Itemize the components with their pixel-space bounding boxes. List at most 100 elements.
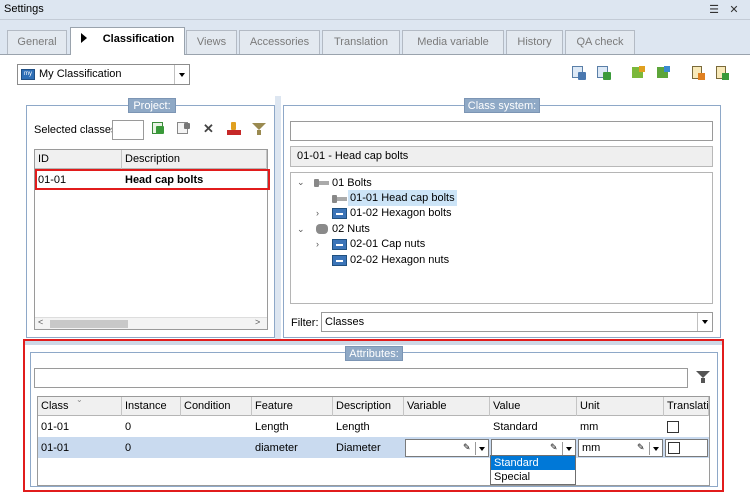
active-tab-arrow-icon (80, 33, 87, 43)
puzzle-settings-icon[interactable] (655, 65, 671, 81)
chevron-down-icon[interactable] (653, 447, 659, 451)
tree-node-01-01[interactable]: 01-01 Head cap bolts (348, 190, 457, 206)
chevron-down-icon[interactable] (479, 447, 485, 451)
add-class-icon[interactable] (151, 121, 167, 137)
value-dropdown-list[interactable]: Standard Special (490, 455, 576, 485)
classification-select-toggle[interactable] (174, 65, 189, 84)
dropdown-option-standard[interactable]: Standard (491, 456, 575, 470)
tree-node-02-nuts[interactable]: 02 Nuts (332, 221, 370, 237)
attributes-grid: Class Instance Condition Feature Descrip… (37, 396, 710, 486)
edit-document-icon[interactable] (690, 65, 706, 81)
tab-classification[interactable]: Classification (70, 27, 185, 55)
export-table-icon[interactable] (571, 65, 587, 81)
column-header-unit[interactable]: Unit (577, 397, 664, 416)
tree-node-02-02[interactable]: 02-02 Hexagon nuts (350, 252, 449, 268)
column-header-feature[interactable]: Feature (252, 397, 333, 416)
bolt-group-icon (314, 179, 329, 187)
column-header-variable[interactable]: Variable (404, 397, 490, 416)
collapse-icon[interactable]: ⌄ (297, 225, 305, 234)
bolt-class-icon (332, 195, 347, 203)
cell-feature: Length (255, 421, 289, 433)
project-hscrollbar[interactable]: < > (35, 317, 267, 329)
unit-editor[interactable]: mm (578, 439, 663, 457)
window-titlebar: Settings ☰ ✕ (0, 0, 750, 20)
tab-general[interactable]: General (7, 30, 67, 54)
remove-class-icon[interactable]: ✕ (203, 121, 214, 137)
scroll-thumb[interactable] (50, 320, 128, 328)
filter-select-toggle[interactable] (697, 313, 712, 331)
cell-condition (181, 418, 252, 436)
tree-node-01-bolts[interactable]: 01 Bolts (332, 175, 372, 191)
window-controls: ☰ ✕ (706, 2, 742, 18)
column-header-description[interactable]: Description (122, 150, 267, 169)
class-search-input[interactable] (290, 121, 713, 141)
translation-checkbox[interactable] (667, 421, 679, 433)
attributes-grid-header: Class Instance Condition Feature Descrip… (38, 397, 709, 416)
classification-icon: my (21, 69, 35, 80)
column-header-translation[interactable]: Translati (664, 397, 709, 416)
chevron-down-icon (702, 320, 708, 324)
scroll-left-icon[interactable]: < (38, 317, 43, 327)
tab-classification-label: Classification (102, 33, 175, 45)
close-icon[interactable]: ✕ (726, 2, 742, 18)
attribute-search-input[interactable] (34, 368, 688, 388)
selected-classes-label: Selected classes (34, 124, 117, 136)
tree-node-01-02[interactable]: 01-02 Hexagon bolts (350, 205, 452, 221)
import-table-icon[interactable] (596, 65, 612, 81)
tab-qa-check[interactable]: QA check (565, 30, 635, 54)
column-header-condition[interactable]: Condition (181, 397, 252, 416)
expand-icon[interactable]: › (316, 240, 324, 249)
tab-translation[interactable]: Translation (322, 30, 400, 54)
tab-views[interactable]: Views (186, 30, 237, 54)
dropdown-option-special[interactable]: Special (491, 470, 575, 484)
column-header-id[interactable]: ID (35, 150, 122, 169)
sort-indicator-icon: ⌄ (76, 396, 83, 404)
tab-accessories[interactable]: Accessories (239, 30, 320, 54)
vertical-splitter[interactable] (275, 96, 281, 341)
translation-checkbox[interactable] (668, 442, 680, 454)
expand-icon[interactable]: › (316, 209, 324, 218)
class-icon (332, 239, 347, 250)
cell-description: Diameter (336, 442, 381, 454)
separator (475, 442, 476, 455)
pencil-icon[interactable]: ✎ (463, 442, 471, 452)
attribute-filter-icon[interactable] (695, 369, 711, 385)
cell-class: 01-01 (41, 421, 70, 433)
chevron-down-icon (179, 73, 185, 77)
classification-panel: my My Classification Project: Selected c… (0, 54, 750, 495)
class-path-display: 01-01 - Head cap bolts (290, 146, 713, 167)
tree-node-02-01[interactable]: 02-01 Cap nuts (350, 236, 425, 252)
collapse-icon[interactable]: ⌄ (297, 178, 305, 187)
window-menu-icon[interactable]: ☰ (706, 2, 722, 18)
edit-class-icon[interactable] (176, 121, 192, 137)
project-grid-header: ID Description (35, 150, 267, 169)
column-header-instance[interactable]: Instance (122, 397, 181, 416)
filter-select-value: Classes (325, 316, 365, 328)
import-class-icon[interactable] (226, 121, 242, 137)
cell-description: Length (336, 421, 370, 433)
filter-select[interactable]: Classes (321, 312, 713, 332)
separator (649, 442, 650, 455)
project-section-label: Project: (128, 98, 176, 113)
add-puzzle-icon[interactable] (630, 65, 646, 81)
export-document-icon[interactable] (714, 65, 730, 81)
class-icon (332, 208, 347, 219)
scroll-right-icon[interactable]: > (255, 317, 260, 327)
cell-condition (181, 439, 252, 457)
variable-editor[interactable] (405, 439, 489, 457)
tab-media-variable[interactable]: Media variable (402, 30, 504, 54)
selected-classes-count[interactable] (112, 120, 144, 140)
cell-class: 01-01 (41, 442, 70, 454)
chevron-down-icon[interactable] (566, 447, 572, 451)
cell-unit: mm (580, 421, 599, 433)
pencil-icon[interactable]: ✎ (637, 442, 645, 452)
column-header-description[interactable]: Description (333, 397, 404, 416)
filter-label: Filter: (291, 317, 319, 329)
tab-history[interactable]: History (506, 30, 563, 54)
nut-group-icon (316, 224, 328, 234)
column-header-value[interactable]: Value (490, 397, 577, 416)
pencil-icon[interactable]: ✎ (550, 442, 558, 452)
filter-icon[interactable] (251, 121, 267, 137)
classification-select[interactable]: my My Classification (17, 64, 190, 85)
tab-bar: General Classification Views Accessories… (0, 20, 750, 55)
